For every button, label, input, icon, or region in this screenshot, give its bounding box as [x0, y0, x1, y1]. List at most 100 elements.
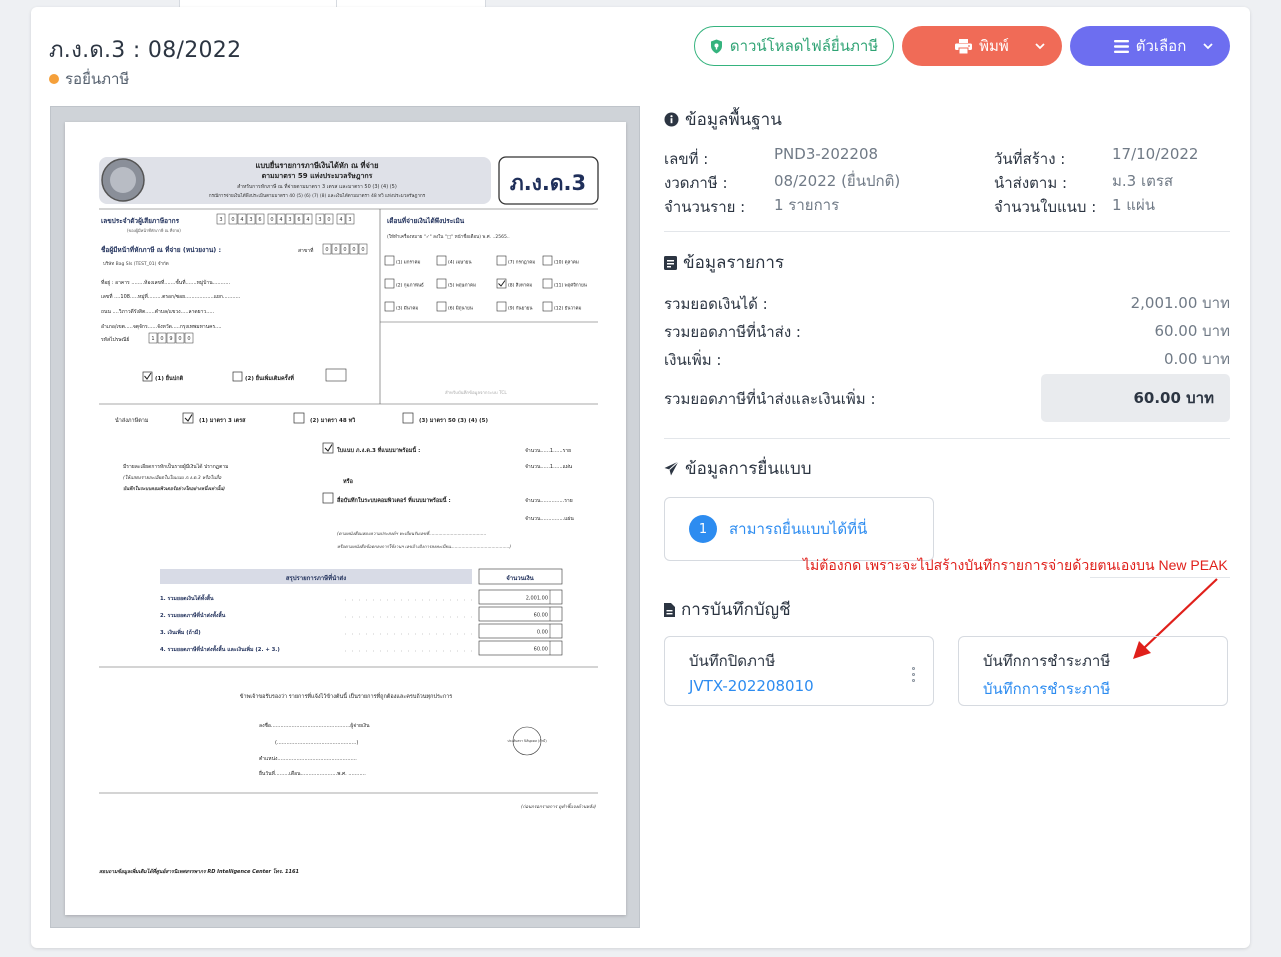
print-label: พิมพ์ — [979, 37, 1009, 55]
sheets-label: จำนวนใบแนบ : — [994, 198, 1097, 216]
sign-paren: (.......................................… — [275, 740, 358, 746]
items-value: 1 รายการ — [774, 196, 840, 214]
download-tax-file-button[interactable]: ดาวน์โหลดไฟล์ยื่นภาษี — [694, 26, 894, 66]
certify-text: ข้าพเจ้าขอรับรองว่า รายการที่แจ้งไว้ข้าง… — [240, 692, 453, 700]
period-value: 08/2022 (ยื่นปกติ) — [774, 172, 901, 190]
digit: 0 — [231, 217, 234, 223]
divider — [664, 438, 1230, 439]
menu-icon — [1113, 39, 1129, 53]
month-hint: (ให้ทำเครื่องหมาย "✓" ลงใน "□" หน้าชื่อเ… — [387, 233, 510, 240]
attach-sheet: ใบแนบ ภ.ง.ด.3 ที่แนบมาพร้อมนี้ : — [337, 445, 420, 454]
month-label: (3) มีนาคม — [396, 306, 418, 312]
attach-count-1: จำนวน......1......ราย — [525, 448, 571, 454]
number-value: PND3-202208 — [774, 145, 879, 163]
postcode-boxes: 10900 — [148, 332, 194, 344]
pnd3-form-page: แบบยื่นรายการภาษีเงินได้หัก ณ ที่จ่าย ตา… — [65, 122, 626, 915]
submit-label: นำส่งภาษีตาม — [115, 417, 149, 424]
month-label: (12) ธันวาคม — [554, 306, 582, 312]
print-button[interactable]: พิมพ์ — [902, 26, 1062, 66]
options-button[interactable]: ตัวเลือก — [1070, 26, 1230, 66]
options-label: ตัวเลือก — [1135, 37, 1187, 55]
month-label: (7) กรกฎาคม — [508, 260, 535, 266]
attach-count-3: จำนวน...............ราย — [525, 498, 573, 504]
items-label: จำนวนราย : — [664, 198, 746, 216]
digit: 3 — [219, 217, 222, 223]
chevron-down-icon[interactable] — [1034, 38, 1046, 56]
digit: 4 — [279, 217, 282, 223]
pnd3-form-drawing: แบบยื่นรายการภาษีเงินได้หัก ณ ที่จ่าย ตา… — [99, 156, 599, 875]
page-title: ภ.ง.ด.3 : 08/2022 — [49, 38, 242, 63]
file-online-link[interactable]: 1 สามารถยื่นแบบได้ที่นี่ — [664, 497, 934, 561]
status-badge: รอยื่นภาษี — [49, 67, 129, 91]
taxid-boxes: 30436043643043 — [216, 213, 355, 225]
status-dot-icon — [49, 74, 59, 84]
month-checkbox — [542, 255, 553, 266]
date-line: ยื่นวันที่.........เดือน................… — [259, 770, 366, 777]
details-title: ข้อมูลรายการ — [683, 253, 785, 273]
detail-note-1: มีรายละเอียดการหักเป็นรายผู้มีเงินได้ ปร… — [123, 462, 228, 470]
summary-value-box — [478, 606, 563, 622]
address-line-2: เลขที่ ....108.....หมู่ที่.........ตรอก/… — [101, 293, 241, 300]
sign-line: ลงชื่อ..................................… — [259, 722, 370, 729]
sheets-value: 1 แผ่น — [1112, 196, 1156, 214]
summary-value-box — [478, 589, 563, 605]
taxid-label: เลขประจำตัวผู้เสียภาษีอากร — [101, 216, 180, 226]
payer-label: ชื่อผู้มีหน้าที่หักภาษี ณ ที่จ่าย (หน่วย… — [101, 244, 221, 255]
document-preview[interactable]: แบบยื่นรายการภาษีเงินได้หัก ณ ที่จ่าย ตา… — [50, 106, 640, 928]
filing-normal: (1) ยื่นปกติ — [155, 374, 184, 382]
summary-rows: 1. รวมยอดเงินได้ทั้งสิ้น 2,001.00 2. รวมยอ… — [160, 589, 563, 656]
form-heading-3: สำหรับการหักภาษี ณ ที่จ่ายตามมาตรา 3 เตร… — [237, 183, 397, 190]
digit: 4 — [339, 217, 342, 223]
digit: 0 — [187, 336, 190, 342]
month-label: (2) กุมภาพันธ์ — [396, 282, 424, 289]
summary-row-label: 1. รวมยอดเงินได้ทั้งสิ้น — [160, 593, 214, 602]
month-title: เดือนที่จ่ายเงินได้พึงประเมิน — [387, 215, 465, 225]
month-checkbox — [384, 301, 395, 312]
status-text: รอยื่นภาษี — [65, 70, 130, 88]
month-label: (10) ตุลาคม — [554, 260, 579, 266]
income-value: 2,001.00 บาท — [1130, 294, 1230, 312]
surcharge-label: เงินเพิ่ม : — [664, 351, 722, 369]
tax-payment-link[interactable]: บันทึกการชำระภาษี — [983, 677, 1227, 701]
month-checkbox — [436, 301, 447, 312]
address-line-4: อำเภอ/เขต.....จตุจักร......จังหวัด.....ก… — [101, 324, 222, 330]
form-footer: สอบถามข้อมูลเพิ่มเติมได้ที่ศูนย์สารนิเทศ… — [99, 867, 299, 875]
digit: 0 — [160, 336, 163, 342]
digit: 3 — [249, 217, 252, 223]
summary-row-label: 4. รวมยอดภาษีที่นำส่งทั้งสิ้น และเงินเพิ… — [160, 644, 280, 653]
divider — [1090, 577, 1230, 578]
digit: 4 — [306, 217, 309, 223]
digit: 9 — [169, 336, 172, 342]
total-value: 60.00 บาท — [1133, 389, 1214, 407]
document-icon — [664, 255, 677, 270]
submit-option-2: (2) มาตรา 48 ทวิ — [310, 417, 355, 424]
digit: 0 — [270, 217, 273, 223]
chevron-down-icon[interactable] — [1202, 38, 1214, 56]
month-checkbox — [436, 278, 447, 289]
form-heading-4: กรณีการจ่ายเงินได้พึงประเมินตามมาตรา 40 … — [209, 193, 426, 199]
filing-extra: (2) ยื่นเพิ่มเติมครั้งที่ — [245, 373, 294, 382]
details-heading: ข้อมูลรายการ — [664, 249, 784, 276]
more-options-icon[interactable] — [912, 667, 915, 682]
period-label: งวดภาษี : — [664, 174, 728, 192]
tax-closing-link[interactable]: JVTX-202208010 — [689, 677, 933, 695]
summary-value: 2,001.00 — [526, 596, 548, 602]
address-line-1: ที่อยู่ : อาคาร ........ห้องเลขที่......… — [101, 277, 231, 286]
step-number: 1 — [689, 515, 717, 543]
media-note-1: (ตามหนังสือแสดงความประสงค์ฯ ทะเบียนรับเล… — [337, 530, 486, 537]
branch-label: สาขาที่ — [298, 247, 313, 254]
filing-title: ข้อมูลการยื่นแบบ — [685, 459, 812, 479]
month-label: (8) สิงหาคม — [508, 283, 532, 289]
month-label: (5) พฤษภาคม — [448, 283, 476, 289]
submit-by-label: นำส่งตาม : — [994, 174, 1068, 192]
download-label: ดาวน์โหลดไฟล์ยื่นภาษี — [729, 37, 879, 55]
digit: 0 — [325, 247, 328, 253]
digit: 3 — [288, 217, 291, 223]
tax-closing-title: บันทึกปิดภาษี — [689, 652, 776, 670]
summary-amount-title: จำนวนเงิน — [506, 574, 534, 582]
summary-value: 60.00 — [534, 647, 548, 653]
tax-label: รวมยอดภาษีที่นำส่ง : — [664, 323, 801, 341]
file-online-text: สามารถยื่นแบบได้ที่นี่ — [729, 520, 868, 538]
file-icon — [664, 602, 675, 617]
tax-payment-title: บันทึกการชำระภาษี — [983, 652, 1111, 670]
